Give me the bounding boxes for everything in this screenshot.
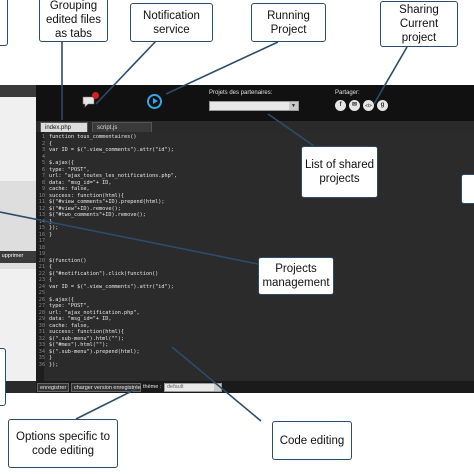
callout-shared-list: List of shared projects — [301, 146, 378, 198]
callout-running-project: Running Project — [251, 3, 326, 42]
callout-projects-management: Projects management — [258, 257, 334, 295]
callout-tabs: Grouping edited files as tabs — [39, 0, 108, 42]
callout-sharing: Sharing Current project — [380, 1, 458, 47]
callout-notification: Notification service — [130, 3, 213, 42]
callout-code-editing: Code editing — [272, 421, 352, 460]
callout-arrows — [0, 40, 408, 422]
callout-options: Options specific to code editing — [8, 419, 118, 468]
